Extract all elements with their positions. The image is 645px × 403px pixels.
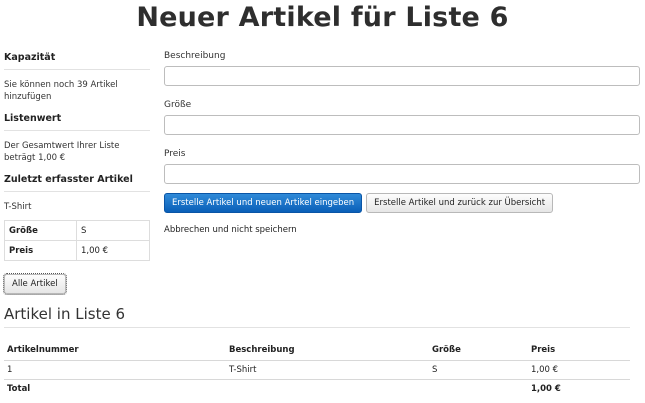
total-row: Total 1,00 €: [4, 379, 630, 398]
size-label: Größe: [164, 100, 192, 110]
page: Neuer Artikel für Liste 6 Kapazität Sie …: [0, 0, 645, 403]
price-field-group: Preis: [164, 149, 640, 184]
form-actions: Erstelle Artikel und neuen Artikel einge…: [164, 193, 640, 213]
last-item-row: Preis 1,00 €: [4, 240, 150, 261]
last-item-size-value: S: [76, 220, 150, 241]
all-items-button[interactable]: Alle Artikel: [3, 273, 67, 295]
create-and-back-button[interactable]: Erstelle Artikel und zurück zur Übersich…: [366, 193, 554, 213]
last-item-heading: Zuletzt erfasster Artikel: [4, 174, 150, 192]
cell-size: S: [429, 360, 528, 380]
last-item-price-value: 1,00 €: [76, 240, 150, 261]
list-value-heading: Listenwert: [4, 113, 150, 131]
table-row: 1 T-Shirt S 1,00 €: [4, 360, 630, 380]
last-item-name: T-Shirt: [4, 202, 32, 212]
description-input[interactable]: [164, 66, 640, 86]
description-field-group: Beschreibung: [164, 51, 640, 86]
section-divider: [4, 327, 630, 328]
cancel-link[interactable]: Abbrechen und nicht speichern: [164, 225, 640, 235]
header-description: Beschreibung: [226, 342, 429, 361]
header-size: Größe: [429, 342, 528, 361]
header-price: Preis: [528, 342, 630, 361]
list-value-section: Listenwert Der Gesamtwert Ihrer Liste be…: [4, 113, 150, 164]
size-input[interactable]: [164, 115, 640, 135]
new-item-form: Beschreibung Größe Preis Erstelle Artike…: [164, 51, 640, 235]
cell-item-number: 1: [4, 360, 226, 380]
items-table: Artikelnummer Beschreibung Größe Preis 1…: [4, 342, 630, 398]
size-field-group: Größe: [164, 100, 640, 135]
total-empty: [226, 379, 429, 398]
page-title: Neuer Artikel für Liste 6: [136, 2, 509, 33]
cell-price: 1,00 €: [528, 360, 630, 380]
items-section-title: Artikel in Liste 6: [4, 305, 125, 323]
last-item-row: Größe S: [4, 220, 150, 241]
last-item-size-label: Größe: [4, 220, 77, 241]
price-input[interactable]: [164, 164, 640, 184]
list-value-text: Der Gesamtwert Ihrer Liste beträgt 1,00 …: [4, 141, 120, 163]
last-item-table: Größe S Preis 1,00 €: [4, 220, 150, 261]
items-header-row: Artikelnummer Beschreibung Größe Preis: [4, 342, 630, 361]
sidebar: Kapazität Sie können noch 39 Artikel hin…: [4, 52, 150, 271]
capacity-section: Kapazität Sie können noch 39 Artikel hin…: [4, 52, 150, 103]
create-and-new-button[interactable]: Erstelle Artikel und neuen Artikel einge…: [164, 193, 363, 213]
capacity-heading: Kapazität: [4, 52, 150, 70]
description-label: Beschreibung: [164, 51, 226, 61]
total-value: 1,00 €: [531, 383, 561, 394]
price-label: Preis: [164, 149, 186, 159]
total-empty: [429, 379, 528, 398]
cell-description: T-Shirt: [226, 360, 429, 380]
capacity-text: Sie können noch 39 Artikel hinzufügen: [4, 80, 118, 102]
total-label: Total: [7, 383, 31, 394]
header-item-number: Artikelnummer: [4, 342, 226, 361]
last-item-price-label: Preis: [4, 240, 77, 261]
last-item-section: Zuletzt erfasster Artikel T-Shirt Größe …: [4, 174, 150, 261]
